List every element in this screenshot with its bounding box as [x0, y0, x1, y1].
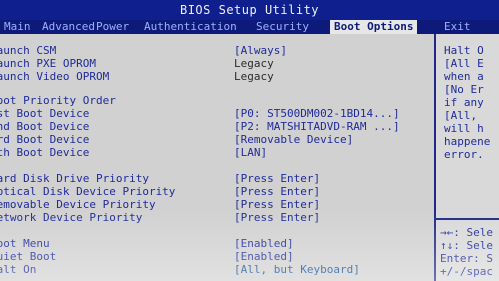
menu-tab-boot-options[interactable]: Boot Options — [330, 20, 418, 34]
setting-value[interactable]: [Press Enter] — [234, 211, 429, 224]
setting-label: Removable Device Priority — [0, 198, 156, 211]
title-bar: BIOS Setup Utility — [0, 0, 499, 20]
setting-label: Halt On — [0, 263, 37, 276]
setting-row[interactable]: Removable Device Priority [Press Enter] — [0, 198, 434, 211]
setting-label: Network Device Priority — [0, 211, 143, 224]
setting-row[interactable]: 1st Boot Device [P0: ST500DM002-1BD14...… — [0, 107, 434, 120]
setting-row[interactable]: Halt On [All, but Keyboard] — [0, 263, 434, 276]
bios-title: BIOS Setup Utility — [179, 3, 320, 17]
setting-row[interactable]: 3rd Boot Device [Removable Device] — [0, 133, 434, 146]
menu-tab-exit[interactable]: Exit — [440, 20, 475, 34]
setting-row[interactable]: Boot Menu [Enabled] — [0, 237, 434, 250]
top-menu: Main Advanced Power Authentication Secur… — [0, 20, 499, 34]
setting-label: Boot Menu — [0, 237, 50, 250]
setting-value[interactable]: [LAN] — [234, 146, 429, 159]
setting-row[interactable]: Network Device Priority [Press Enter] — [0, 211, 434, 224]
setting-value[interactable]: [Press Enter] — [234, 172, 429, 185]
setting-label: Launch CSM — [0, 44, 57, 57]
setting-value[interactable]: [Enabled] — [234, 237, 429, 250]
help-panel: Halt O [All E when a [No Er if any [All,… — [436, 34, 499, 281]
setting-row[interactable]: Hard Disk Drive Priority [Press Enter] — [0, 172, 434, 185]
setting-value[interactable]: [Removable Device] — [234, 133, 429, 146]
setting-value[interactable]: [Enabled] — [234, 250, 429, 263]
setting-label: 4th Boot Device — [0, 146, 90, 159]
setting-label: 3rd Boot Device — [0, 133, 90, 146]
boot-priority-title: Boot Priority Order — [0, 94, 116, 107]
menu-tab-security[interactable]: Security — [252, 20, 313, 34]
setting-row[interactable]: Launch PXE OPROM Legacy — [0, 57, 434, 70]
menu-tab-power[interactable]: Power — [92, 20, 133, 34]
menu-tab-authentication[interactable]: Authentication — [140, 20, 241, 34]
setting-value[interactable]: [P2: MATSHITADVD-RAM ...] — [234, 120, 429, 133]
setting-row[interactable]: Launch Video OPROM Legacy — [0, 70, 434, 83]
setting-label: Quiet Boot — [0, 250, 57, 263]
setting-row[interactable]: 4th Boot Device [LAN] — [0, 146, 434, 159]
setting-row[interactable]: Optical Disk Device Priority [Press Ente… — [0, 185, 434, 198]
help-divider — [436, 218, 499, 220]
setting-label: Optical Disk Device Priority — [0, 185, 176, 198]
bios-screen: BIOS Setup Utility Main Advanced Power A… — [0, 0, 499, 281]
key-legend: →←: Sele ↑↓: Sele Enter: S +/-/spac — [440, 226, 493, 278]
setting-label: Launch Video OPROM — [0, 70, 110, 83]
setting-row[interactable]: 2nd Boot Device [P2: MATSHITADVD-RAM ...… — [0, 120, 434, 133]
boot-options-content: Launch CSM [Always] Launch PXE OPROM Leg… — [0, 34, 436, 281]
menu-tab-main[interactable]: Main — [0, 20, 35, 34]
setting-value[interactable]: [Always] — [234, 44, 429, 57]
setting-label: Hard Disk Drive Priority — [0, 172, 149, 185]
setting-value[interactable]: [Press Enter] — [234, 198, 429, 211]
setting-label: 1st Boot Device — [0, 107, 90, 120]
setting-row[interactable]: Quiet Boot [Enabled] — [0, 250, 434, 263]
help-text: Halt O [All E when a [No Er if any [All,… — [444, 44, 491, 161]
setting-value[interactable]: [Press Enter] — [234, 185, 429, 198]
setting-value: Legacy — [234, 70, 274, 83]
setting-value[interactable]: [All, but Keyboard] — [234, 263, 429, 276]
setting-row[interactable]: Launch CSM [Always] — [0, 44, 434, 57]
setting-value[interactable]: [P0: ST500DM002-1BD14...] — [234, 107, 429, 120]
setting-value: Legacy — [234, 57, 274, 70]
setting-label: Launch PXE OPROM — [0, 57, 96, 70]
menu-tab-advanced[interactable]: Advanced — [38, 20, 99, 34]
setting-label: 2nd Boot Device — [0, 120, 90, 133]
